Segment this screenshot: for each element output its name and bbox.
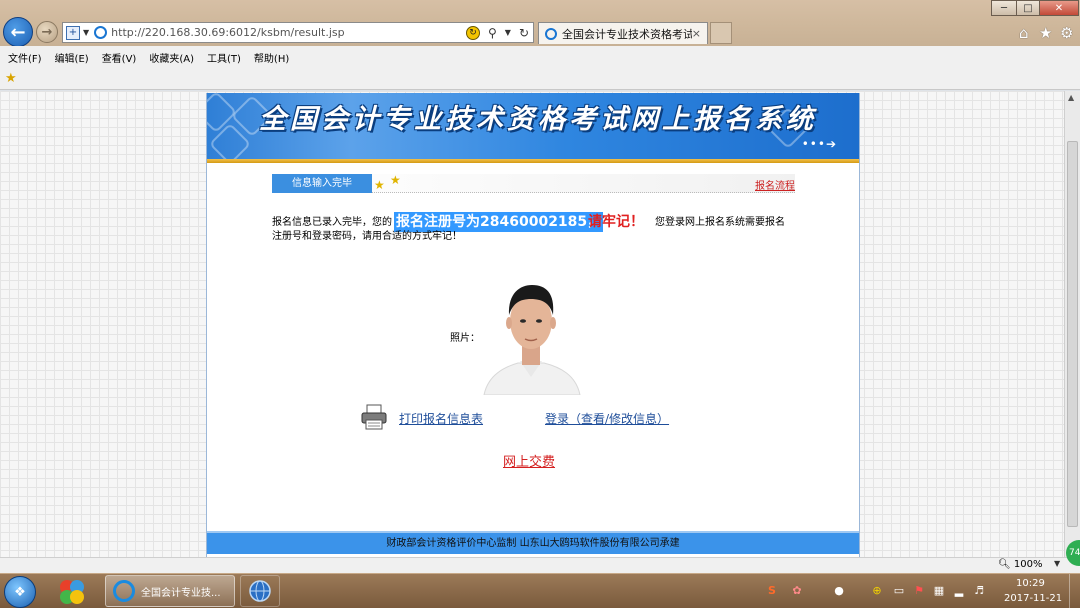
star-icon: ★	[374, 178, 385, 192]
ie-page-icon	[94, 26, 108, 39]
show-desktop-button[interactable]	[1069, 574, 1080, 608]
flower-icon[interactable]: ✿	[790, 584, 804, 598]
compatibility-icon[interactable]: ↻	[465, 25, 480, 40]
favorites-star-icon[interactable]: ★	[1039, 24, 1052, 42]
search-icon[interactable]: ⚲	[488, 26, 497, 40]
flag-icon[interactable]: ⚑	[912, 584, 926, 598]
url-text[interactable]: http://220.168.30.69:6012/ksbm/result.js…	[111, 26, 466, 39]
menu-help[interactable]: 帮助(H)	[254, 50, 289, 65]
browser-tab[interactable]: 全国会计专业技术资格考试... ×	[538, 22, 708, 44]
step-bar: 信息输入完毕 ★ ★ 报名流程	[272, 173, 795, 193]
menu-view[interactable]: 查看(V)	[102, 50, 137, 65]
printer-icon[interactable]	[360, 403, 388, 431]
arrow-left-icon: ←	[10, 21, 26, 43]
gear-icon[interactable]: ⚙	[1060, 24, 1073, 42]
menu-file[interactable]: 文件(F)	[8, 50, 42, 65]
page-footer: 财政部会计资格评价中心监制 山东山大鸥玛软件股份有限公司承建	[207, 531, 859, 554]
menu-bar: 文件(F) 编辑(E) 查看(V) 收藏夹(A) 工具(T) 帮助(H)	[0, 46, 1080, 68]
taskbar-ie-window[interactable]: 全国会计专业技...	[105, 575, 235, 607]
globe-icon	[249, 580, 271, 602]
windows-logo-icon: ❖	[14, 584, 26, 600]
scroll-up-icon[interactable]: ▲	[1068, 93, 1074, 102]
photo-label: 照片：	[450, 333, 480, 344]
shield-icon[interactable]: +	[66, 25, 80, 40]
arrow-right-icon: →	[41, 24, 53, 40]
status-bar: 🔍︎ 100% ▼	[0, 557, 1080, 573]
favorites-bar: ★	[0, 68, 1080, 90]
device-icon[interactable]: ▦	[932, 584, 946, 598]
add-favorite-icon[interactable]: ★	[5, 71, 17, 86]
step-label: 信息输入完毕	[272, 174, 372, 193]
scroll-thumb[interactable]	[1067, 141, 1078, 527]
remember-warning: 请牢记！	[588, 214, 644, 230]
network-icon[interactable]: ▂	[952, 584, 966, 598]
person-photo-icon	[480, 271, 582, 395]
page-viewport: 全国会计专业技术资格考试网上报名系统 •••➔ 信息输入完毕 ★ ★ 报名流程 …	[0, 91, 1064, 557]
page-content: 全国会计专业技术资格考试网上报名系统 •••➔ 信息输入完毕 ★ ★ 报名流程 …	[206, 93, 860, 557]
message-line-2: 注册号和登录密码，请用合适的方式牢记！	[272, 231, 462, 242]
chevron-down-icon[interactable]: ▼	[83, 28, 89, 37]
login-view-edit-link[interactable]: 登录（查看/修改信息）	[545, 410, 669, 427]
refresh-icon[interactable]: ↻	[519, 26, 529, 40]
browser-titlebar: ← → + ▼ http://220.168.30.69:6012/ksbm/r…	[0, 0, 1080, 47]
message-tail: 您登录网上报名系统需要报名	[655, 217, 785, 228]
taskbar-app-360[interactable]	[56, 576, 88, 607]
registration-flow-link[interactable]: 报名流程	[755, 177, 795, 192]
forward-button[interactable]: →	[36, 21, 58, 43]
start-button[interactable]: ❖	[4, 576, 36, 608]
taskbar: ❖ 全国会计专业技... S ✿ ● ⊕ ▭ ⚑ ▦ ▂ ♬ 10:29 201…	[0, 573, 1080, 608]
menu-tools[interactable]: 工具(T)	[207, 50, 241, 65]
home-icon[interactable]: ⌂	[1019, 24, 1029, 42]
tab-title: 全国会计专业技术资格考试...	[562, 27, 692, 41]
taskbar-ie-label: 全国会计专业技...	[141, 587, 221, 599]
sogou-input-icon[interactable]: S	[765, 584, 779, 598]
colorful-app-icon	[60, 579, 84, 604]
close-window-button[interactable]: ✕	[1039, 0, 1079, 16]
clock-time[interactable]: 10:29	[1016, 578, 1045, 589]
menu-favorites[interactable]: 收藏夹(A)	[149, 50, 194, 65]
back-button[interactable]: ←	[3, 17, 33, 47]
print-registration-link[interactable]: 打印报名信息表	[399, 410, 483, 427]
clock-date[interactable]: 2017-11-21	[1004, 593, 1062, 604]
applicant-photo	[480, 271, 582, 395]
zoom-dropdown-icon[interactable]: ▼	[1054, 559, 1060, 568]
online-payment-link[interactable]: 网上交费	[503, 451, 555, 470]
window-icon[interactable]: ▭	[892, 584, 906, 598]
zoom-value: 100%	[1013, 559, 1043, 570]
security-plus-icon[interactable]: ⊕	[870, 584, 884, 598]
banner-stripe	[207, 159, 859, 163]
taskbar-app-globe[interactable]	[240, 575, 280, 607]
star-icon: ★	[390, 173, 401, 187]
site-title: 全国会计专业技术资格考试网上报名系统	[259, 104, 817, 135]
close-tab-icon[interactable]: ×	[692, 27, 701, 40]
maximize-button[interactable]: □	[1016, 0, 1040, 16]
dropdown-icon[interactable]: ▼	[505, 28, 511, 37]
ie-tab-icon	[545, 27, 557, 40]
address-bar[interactable]: + ▼ http://220.168.30.69:6012/ksbm/resul…	[62, 22, 534, 43]
site-banner: 全国会计专业技术资格考试网上报名系统 •••➔	[207, 93, 859, 159]
banner-arrow-icon: •••➔	[801, 137, 837, 151]
vertical-scrollbar[interactable]: ▲ ▼	[1064, 91, 1080, 557]
menu-edit[interactable]: 编辑(E)	[55, 50, 89, 65]
minimize-button[interactable]: ─	[991, 0, 1017, 16]
ie-icon	[113, 580, 135, 602]
new-tab-button[interactable]	[710, 22, 732, 44]
volume-icon[interactable]: ♬	[972, 584, 986, 598]
wechat-icon[interactable]: ●	[832, 584, 846, 598]
zoom-level[interactable]: 🔍︎ 100%	[998, 559, 1042, 570]
